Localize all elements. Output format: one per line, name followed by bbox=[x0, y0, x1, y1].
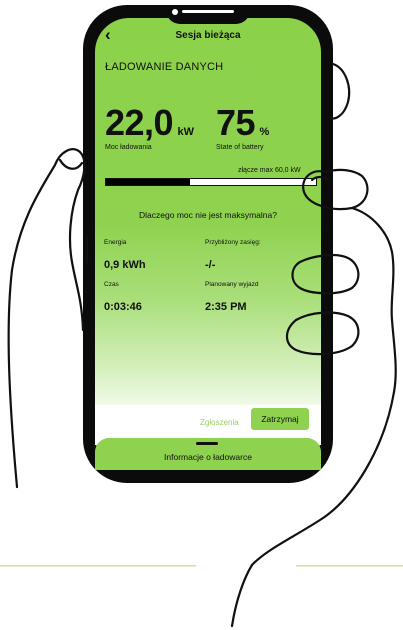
speaker-icon bbox=[182, 10, 234, 13]
hand-illustration bbox=[0, 62, 403, 628]
camera-icon bbox=[172, 9, 178, 15]
phone-notch bbox=[166, 5, 250, 24]
